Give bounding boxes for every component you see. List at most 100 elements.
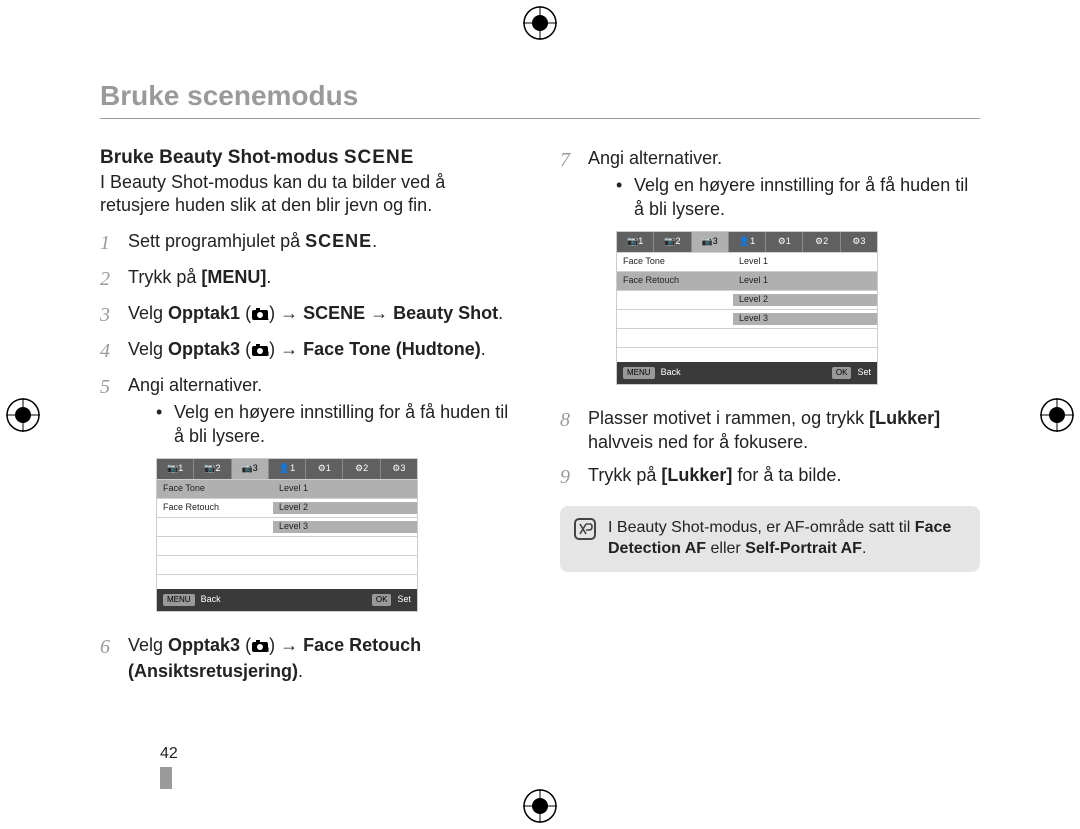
bold-label: Opptak3 [168,635,240,655]
step-text: → [365,303,393,323]
lcd-bar-label: Set [857,367,871,379]
step-text: Velg [128,635,168,655]
menu-key-label: [MENU] [201,267,266,287]
step-9: Trykk på [Lukker] for å ta bilde. [560,464,980,490]
lcd-bottom-bar: MENU Back OK Set [617,362,877,384]
step-7-bullet: Velg en høyere innstilling for å få hude… [616,174,980,221]
note-box: I Beauty Shot-modus, er AF-område satt t… [560,506,980,572]
step-3: Velg Opptak1 (1) → SCENE → Beauty Shot. [100,302,520,328]
step-4: Velg Opptak3 (3) → Face Tone (Hudtone). [100,338,520,364]
bullet-text: Velg en høyere innstilling for å få hude… [174,401,520,448]
camera-icon: 1 [251,304,269,327]
step-5-bullet: Velg en høyere innstilling for å få hude… [156,401,520,448]
step-text: halvveis ned for å fokusere. [588,432,808,452]
camera-lcd-1: 📷 1 📷 2 📷 3 👤 1 ⚙ 1 ⚙ 2 ⚙ 3 Face ToneLev… [156,458,418,612]
ok-key-icon: OK [832,367,852,379]
camera-icon: 3 [251,340,269,363]
menu-key-icon: MENU [623,367,655,379]
lcd-row: Level 2 [617,290,877,309]
step-text: . [266,267,271,287]
step-text: ( [240,339,251,359]
bold-label: [Lukker] [661,465,732,485]
step-list: Sett programhjulet på SCENE. Trykk på [M… [100,230,520,683]
lcd-row [157,574,417,589]
lcd-row: Face RetouchLevel 2 [157,498,417,517]
bold-label: Beauty Shot [393,303,498,323]
lcd-row [617,328,877,347]
lcd-row [617,347,877,362]
section-heading-text: Bruke Beauty Shot-modus [100,147,339,168]
section-heading: Bruke Beauty Shot-modus SCENE [100,147,520,169]
lcd-tab: ⚙ 2 [803,232,840,252]
lcd-row: Face RetouchLevel 1 [617,271,877,290]
manual-page: Bruke scenemodus Bruke Beauty Shot-modus… [0,0,1080,829]
step-text: . [298,661,303,681]
step-8: Plasser motivet i rammen, og trykk [Lukk… [560,407,980,454]
lcd-bottom-bar: MENU Back OK Set [157,589,417,611]
step-text: Sett programhjulet på [128,231,305,251]
lcd-tab: 👤 1 [269,459,306,479]
lcd-tab: 📷 2 [194,459,231,479]
bold-label: Opptak3 [168,339,240,359]
section-intro: I Beauty Shot-modus kan du ta bilder ved… [100,171,520,216]
lcd-row: Face ToneLevel 1 [617,252,877,271]
step-6: Velg Opptak3 (3) → Face Retouch (Ansikts… [100,634,520,683]
lcd-row: Face ToneLevel 1 [157,479,417,498]
right-column: Angi alternativer. Velg en høyere innsti… [560,147,980,693]
crop-mark-icon [523,789,557,823]
lcd-tab: ⚙ 1 [766,232,803,252]
bold-label: Self-Portrait AF [745,540,862,557]
note-icon [574,518,596,540]
step-text: . [481,339,486,359]
lcd-tab: ⚙ 2 [343,459,380,479]
step-text: ) → [269,303,303,323]
page-number: 42 [160,745,178,789]
step-text: . [498,303,503,323]
step-text: . [372,231,377,251]
note-text: I Beauty Shot-modus, er AF-område satt t… [608,518,966,560]
content-columns: Bruke Beauty Shot-modus SCENE I Beauty S… [100,147,980,693]
step-2: Trykk på [MENU]. [100,266,520,292]
lcd-bar-label: Set [397,594,411,606]
ok-key-icon: OK [372,594,392,606]
step-text: Velg [128,339,168,359]
step-text: ( [240,635,251,655]
bold-label: SCENE [303,303,365,323]
page-number-tab [160,767,172,789]
lcd-tab-active: 📷 3 [232,459,269,479]
scene-badge: SCENE [344,147,414,168]
page-title: Bruke scenemodus [100,80,980,119]
bold-label: [Lukker] [869,408,940,428]
lcd-row: Level 3 [157,517,417,536]
menu-key-icon: MENU [163,594,195,606]
page-number-text: 42 [160,745,178,762]
step-text: Velg [128,303,168,323]
lcd-tab: 📷 1 [157,459,194,479]
step-text: Angi alternativer. [128,375,262,395]
lcd-tab-active: 📷 3 [692,232,729,252]
step-text: for å ta bilde. [732,465,841,485]
lcd-tab: ⚙ 3 [841,232,877,252]
lcd-tab: 📷 1 [617,232,654,252]
lcd-row [157,536,417,555]
camera-lcd-2: 📷 1 📷 2 📷 3 👤 1 ⚙ 1 ⚙ 2 ⚙ 3 Face ToneLev… [616,231,878,385]
camera-icon: 3 [251,636,269,659]
crop-mark-icon [6,398,40,432]
step-text: ) → [269,339,303,359]
lcd-row: Level 3 [617,309,877,328]
scene-word: SCENE [305,231,372,251]
lcd-row [157,555,417,574]
lcd-bar-label: Back [661,367,681,379]
bullet-text: Velg en høyere innstilling for å få hude… [634,174,980,221]
step-1: Sett programhjulet på SCENE. [100,230,520,256]
step-7: Angi alternativer. Velg en høyere innsti… [560,147,980,397]
bold-label: Face Tone (Hudtone) [303,339,481,359]
lcd-tabs: 📷 1 📷 2 📷 3 👤 1 ⚙ 1 ⚙ 2 ⚙ 3 [157,459,417,479]
lcd-tab: ⚙ 1 [306,459,343,479]
lcd-tabs: 📷 1 📷 2 📷 3 👤 1 ⚙ 1 ⚙ 2 ⚙ 3 [617,232,877,252]
lcd-bar-label: Back [201,594,221,606]
crop-mark-icon [523,6,557,40]
step-text: Angi alternativer. [588,148,722,168]
left-column: Bruke Beauty Shot-modus SCENE I Beauty S… [100,147,520,693]
step-list: Angi alternativer. Velg en høyere innsti… [560,147,980,490]
